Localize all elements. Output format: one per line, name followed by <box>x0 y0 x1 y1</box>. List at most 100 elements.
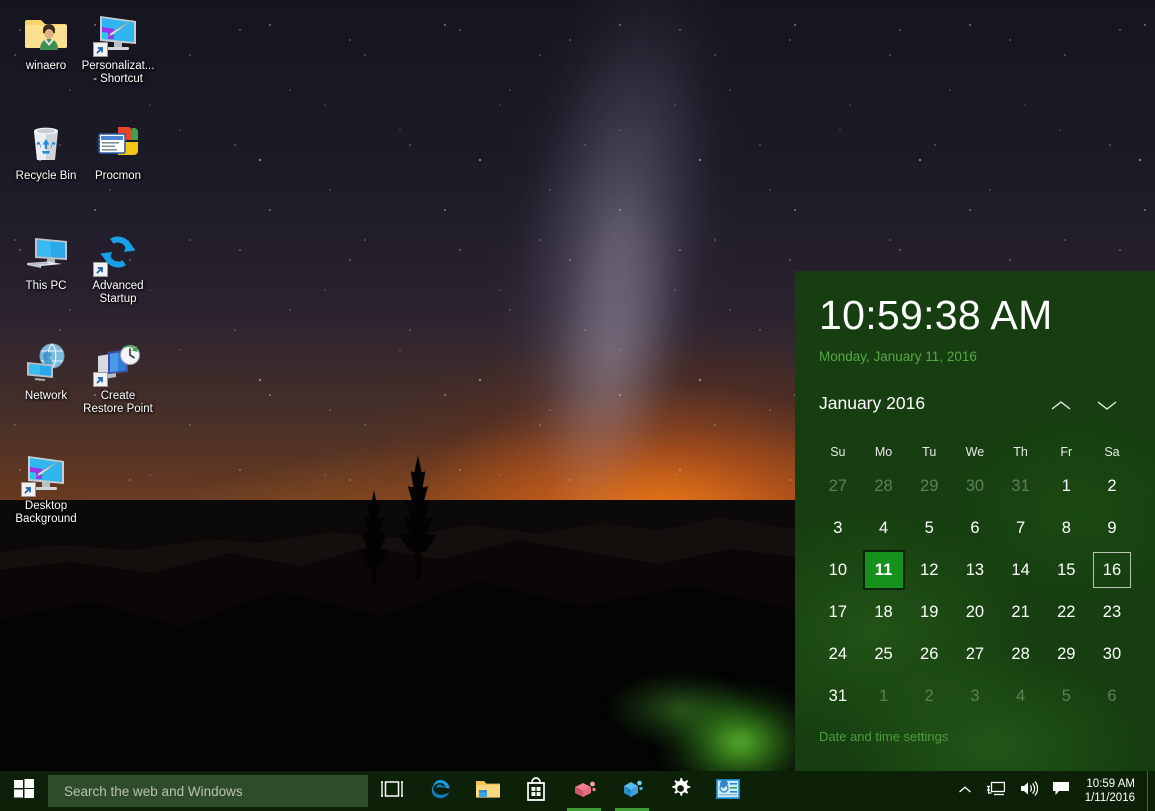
calendar-day-header: Mo <box>874 445 893 459</box>
calendar-day[interactable]: 6 <box>952 507 998 549</box>
calendar-day-number: 27 <box>828 476 848 495</box>
taskbar-app-control-panel[interactable] <box>704 771 752 811</box>
calendar-day[interactable]: 3 <box>815 507 861 549</box>
calendar-day[interactable]: 27 <box>815 465 861 507</box>
calendar-day[interactable]: 31 <box>815 675 861 717</box>
calendar-day[interactable]: 4 <box>861 507 907 549</box>
desktop-icon-winaero[interactable]: winaero <box>8 8 84 73</box>
calendar-day[interactable]: 12 <box>906 549 952 591</box>
calendar-day[interactable]: 21 <box>998 591 1044 633</box>
refresh-arrows-icon <box>93 228 142 277</box>
control-panel-icon <box>716 778 740 804</box>
chevron-up-icon <box>1050 399 1072 417</box>
calendar-day[interactable]: 20 <box>952 591 998 633</box>
calendar-day[interactable]: 24 <box>815 633 861 675</box>
tray-overflow-button[interactable] <box>951 771 979 811</box>
desktop-icon-label: Personalizat... - Shortcut <box>81 60 155 85</box>
desktop-icon-procmon[interactable]: Procmon <box>80 118 156 183</box>
calendar-day[interactable]: 29 <box>906 465 952 507</box>
calendar-day-number: 2 <box>1107 476 1117 495</box>
calendar-day[interactable]: 16 <box>1089 549 1135 591</box>
calendar-day[interactable]: 31 <box>998 465 1044 507</box>
calendar-day[interactable]: 28 <box>998 633 1044 675</box>
calendar-day[interactable]: 9 <box>1089 507 1135 549</box>
calendar-day[interactable]: 13 <box>952 549 998 591</box>
desktop-icon-recycle-bin[interactable]: Recycle Bin <box>8 118 84 183</box>
calendar-day[interactable]: 15 <box>1043 549 1089 591</box>
search-input[interactable]: Search the web and Windows <box>48 775 368 807</box>
calendar-day-number: 27 <box>965 644 985 663</box>
date-time-settings-link[interactable]: Date and time settings <box>819 729 948 744</box>
desktop-icon-desktop-background[interactable]: Desktop Background <box>8 448 84 526</box>
desktop-icon-create-restore-point[interactable]: Create Restore Point <box>80 338 156 416</box>
calendar-day[interactable]: 19 <box>906 591 952 633</box>
taskbar-app-file-explorer[interactable] <box>464 771 512 811</box>
tray-clock-time: 10:59 AM <box>1086 778 1135 790</box>
taskbar-app-edge[interactable] <box>416 771 464 811</box>
calendar-month-label[interactable]: January 2016 <box>819 393 925 414</box>
taskbar-app-3d-builder-pink[interactable] <box>560 771 608 811</box>
calendar-day-number: 28 <box>874 476 893 495</box>
3d-object-pink-icon <box>571 778 597 805</box>
desktop-icon-network[interactable]: Network <box>8 338 84 403</box>
calendar-day[interactable]: 4 <box>998 675 1044 717</box>
taskbar-app-settings[interactable] <box>656 771 704 811</box>
calendar-day[interactable]: 2 <box>1089 465 1135 507</box>
calendar-next-month-button[interactable] <box>1089 395 1125 421</box>
tray-network-button[interactable] <box>979 771 1012 811</box>
calendar-day[interactable]: 1 <box>1043 465 1089 507</box>
calendar-day-number: 5 <box>924 518 934 537</box>
calendar-day-today[interactable]: 11 <box>861 549 907 591</box>
desktop-icon-advanced-startup[interactable]: Advanced Startup <box>80 228 156 306</box>
calendar-day[interactable]: 6 <box>1089 675 1135 717</box>
calendar-day[interactable]: 25 <box>861 633 907 675</box>
calendar-prev-month-button[interactable] <box>1043 395 1079 421</box>
calendar-day[interactable]: 29 <box>1043 633 1089 675</box>
calendar-day-number: 31 <box>1011 476 1030 495</box>
desktop-icon-this-pc[interactable]: This PC <box>8 228 84 293</box>
calendar-day-number: 17 <box>828 602 848 621</box>
calendar-day[interactable]: 26 <box>906 633 952 675</box>
tray-clock[interactable]: 10:59 AM 1/11/2016 <box>1077 771 1147 811</box>
calendar-day[interactable]: 8 <box>1043 507 1089 549</box>
network-monitor-icon <box>986 780 1005 802</box>
personalization-monitor-icon <box>93 8 142 57</box>
calendar-day[interactable]: 3 <box>952 675 998 717</box>
computer-monitor-icon <box>22 228 70 276</box>
calendar-day-number: 13 <box>965 560 985 579</box>
calendar-day-number: 28 <box>1011 644 1030 663</box>
calendar-day[interactable]: 17 <box>815 591 861 633</box>
calendar-day[interactable]: 1 <box>861 675 907 717</box>
calendar-day-number: 16 <box>1102 560 1122 579</box>
task-view-button[interactable] <box>368 771 416 811</box>
calendar-day[interactable]: 28 <box>861 465 907 507</box>
clock-date: Monday, January 11, 2016 <box>819 349 977 364</box>
show-desktop-button[interactable] <box>1147 771 1155 811</box>
calendar-day[interactable]: 7 <box>998 507 1044 549</box>
calendar-day[interactable]: 22 <box>1043 591 1089 633</box>
desktop-icon-personalization-shortcut[interactable]: Personalizat... - Shortcut <box>80 8 156 86</box>
action-center-button[interactable] <box>1045 771 1077 811</box>
desktop-icon-label: Advanced Startup <box>92 280 144 305</box>
calendar-day[interactable]: 18 <box>861 591 907 633</box>
calendar-day[interactable]: 5 <box>1043 675 1089 717</box>
taskbar-app-store[interactable] <box>512 771 560 811</box>
calendar-day-number: 25 <box>874 644 893 663</box>
calendar-day-number: 20 <box>965 602 985 621</box>
tray-volume-button[interactable] <box>1012 771 1045 811</box>
desktop-icon-label: Recycle Bin <box>15 170 77 182</box>
taskbar-app-3d-builder-blue[interactable] <box>608 771 656 811</box>
calendar-day[interactable]: 10 <box>815 549 861 591</box>
calendar-day[interactable]: 5 <box>906 507 952 549</box>
desktop-icon-label: winaero <box>25 60 67 72</box>
calendar-day[interactable]: 30 <box>1089 633 1135 675</box>
calendar-day[interactable]: 14 <box>998 549 1044 591</box>
shortcut-arrow-icon <box>21 482 36 497</box>
shortcut-arrow-icon <box>93 262 108 277</box>
start-button[interactable] <box>0 771 48 811</box>
calendar-day[interactable]: 30 <box>952 465 998 507</box>
calendar-day[interactable]: 2 <box>906 675 952 717</box>
calendar-day[interactable]: 23 <box>1089 591 1135 633</box>
calendar-day[interactable]: 27 <box>952 633 998 675</box>
desktop-icon-label: Network <box>24 390 68 402</box>
